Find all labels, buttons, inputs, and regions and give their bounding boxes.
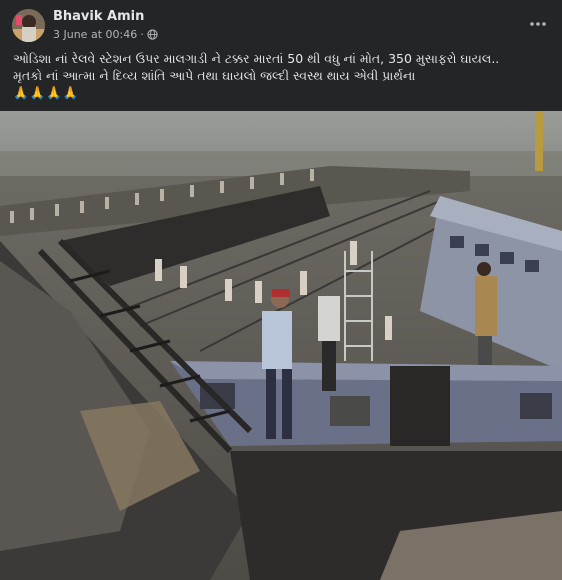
facebook-post: Bhavik Amin 3 June at 00:46 · ઓડિશા નાં … [0,0,562,580]
prayer-emoji: 🙏🙏🙏🙏 [13,85,80,100]
post-photo[interactable] [0,111,562,580]
post-text-line-2: મૃતકો નાં આત્મા ને દિવ્ય શાંતિ આપે તથા ઘ… [13,68,416,83]
avatar[interactable] [12,9,45,42]
train-accident-photo [0,111,562,580]
avatar-image [12,9,45,42]
post-header: Bhavik Amin 3 June at 00:46 · [0,0,562,46]
post-meta: 3 June at 00:46 · [53,28,158,41]
post-text: ઓડિશા નાં રેલવે સ્ટેશન ઉપર માલગાડી ને ટક… [13,50,553,101]
globe-icon[interactable] [147,29,158,40]
post-text-line-1: ઓડિશા નાં રેલવે સ્ટેશન ઉપર માલગાડી ને ટક… [13,51,500,66]
post-timestamp[interactable]: 3 June at 00:46 [53,28,137,41]
meta-separator: · [140,28,144,41]
author-name[interactable]: Bhavik Amin [53,9,144,24]
more-options-icon[interactable] [528,14,548,34]
